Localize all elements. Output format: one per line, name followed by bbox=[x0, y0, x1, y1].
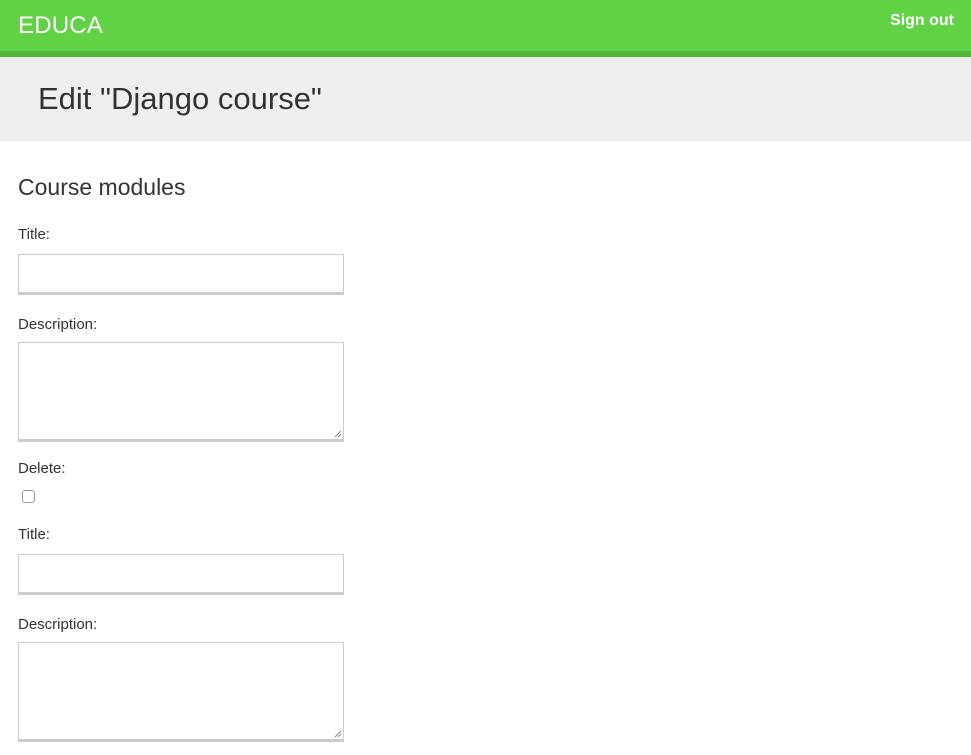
module-1-delete-checkbox[interactable] bbox=[22, 490, 35, 503]
module-1-description-textarea[interactable] bbox=[18, 342, 344, 442]
module-1-title-label: Title: bbox=[18, 226, 50, 243]
resize-grip-icon[interactable] bbox=[334, 730, 342, 738]
module-2-title-input[interactable] bbox=[18, 554, 344, 595]
sign-out-link[interactable]: Sign out bbox=[890, 12, 954, 30]
module-2-title-label: Title: bbox=[18, 526, 50, 543]
module-1-description-label: Description: bbox=[18, 316, 98, 333]
page-title: Edit "Django course" bbox=[38, 81, 322, 116]
module-1-delete-label: Delete: bbox=[18, 460, 66, 477]
educa-logo[interactable]: EDUCA bbox=[18, 12, 103, 40]
module-2-description-textarea[interactable] bbox=[18, 642, 344, 742]
module-1-title-input[interactable] bbox=[18, 254, 344, 295]
top-nav-bar: EDUCA Sign out bbox=[0, 0, 971, 57]
section-title: Course modules bbox=[18, 174, 186, 200]
module-2-description-label: Description: bbox=[18, 616, 98, 633]
resize-grip-icon[interactable] bbox=[334, 430, 342, 438]
page-title-band: Edit "Django course" bbox=[0, 57, 971, 141]
